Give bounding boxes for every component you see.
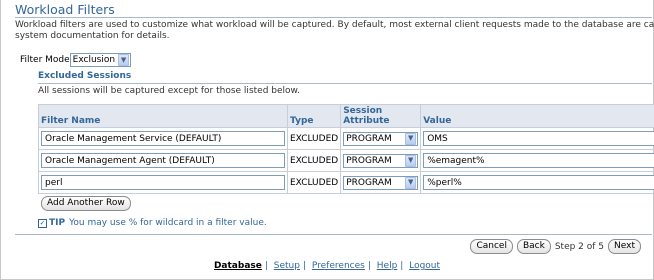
column-header-type: Type	[286, 104, 342, 128]
session-attribute-value: PROGRAM	[346, 155, 392, 166]
session-attribute-select[interactable]: PROGRAM ▼	[343, 131, 419, 146]
filter-mode-label: Filter Mode	[20, 55, 70, 65]
chevron-down-icon[interactable]: ▼	[405, 154, 417, 167]
checkmark-icon: ✓	[38, 218, 47, 228]
column-header-filter-name: Filter Name	[38, 104, 288, 128]
table-row: perl EXCLUDED PROGRAM ▼ %perl%	[38, 171, 654, 194]
footer-link-help[interactable]: Help	[377, 261, 398, 271]
filter-mode-row: Filter Mode Exclusion ▼	[20, 53, 132, 67]
wizard-navigation: Cancel Back Step 2 of 5 Next	[470, 239, 641, 254]
column-header-session-attribute: Session Attribute	[340, 104, 422, 128]
footer-separator: |	[302, 261, 307, 271]
value-cell: %emagent%	[420, 149, 654, 172]
footer-separator: |	[367, 261, 371, 271]
add-another-row-button[interactable]: Add Another Row	[41, 196, 131, 211]
footer-links: Database | Setup | Preferences | Help | Logo…	[0, 261, 654, 271]
type-cell: EXCLUDED	[286, 149, 342, 172]
footer-link-database[interactable]: Database	[214, 261, 262, 271]
filter-mode-select[interactable]: Exclusion ▼	[69, 53, 132, 67]
table-row: Oracle Management Agent (DEFAULT) EXCLUD…	[38, 149, 654, 172]
filter-name-input[interactable]: Oracle Management Service (DEFAULT)	[41, 131, 285, 146]
footer-separator: |	[264, 261, 268, 271]
filter-value-input[interactable]: OMS	[423, 131, 654, 146]
type-cell: EXCLUDED	[286, 171, 342, 194]
type-cell: EXCLUDED	[286, 127, 342, 150]
filter-mode-value: Exclusion	[72, 55, 116, 65]
filter-value-input[interactable]: %perl%	[423, 175, 654, 190]
filter-value-input[interactable]: %emagent%	[423, 153, 654, 168]
column-header-value: Value	[420, 104, 654, 128]
description-line-1: Workload filters are used to customize w…	[15, 20, 654, 30]
chevron-down-icon[interactable]: ▼	[405, 176, 417, 189]
filter-name-input[interactable]: Oracle Management Agent (DEFAULT)	[41, 153, 285, 168]
value-cell: OMS	[420, 127, 654, 150]
filter-name-input[interactable]: perl	[41, 175, 285, 190]
step-indicator: Step 2 of 5	[554, 241, 605, 252]
back-button[interactable]: Back	[516, 239, 551, 254]
excluded-sessions-divider	[38, 83, 652, 84]
tip-text: You may use % for wildcard in a filter v…	[69, 218, 267, 228]
description-line-2: system documentation for details.	[15, 31, 170, 41]
footer-link-preferences[interactable]: Preferences	[312, 261, 365, 271]
filter-name-cell: perl	[38, 171, 288, 194]
next-button[interactable]: Next	[608, 239, 641, 254]
page-title: Workload Filters	[15, 2, 115, 17]
footer-separator: |	[400, 261, 404, 271]
filter-name-cell: Oracle Management Service (DEFAULT)	[38, 127, 288, 150]
chevron-down-icon[interactable]: ▼	[405, 132, 417, 145]
bottom-divider	[15, 234, 652, 235]
table-row: Oracle Management Service (DEFAULT) EXCL…	[38, 127, 654, 150]
session-attribute-select[interactable]: PROGRAM ▼	[343, 153, 419, 168]
value-cell: %perl%	[420, 171, 654, 194]
tip-message: ✓ TIP You may use % for wildcard in a fi…	[38, 218, 267, 228]
attribute-cell: PROGRAM ▼	[340, 127, 422, 150]
session-attribute-value: PROGRAM	[346, 177, 392, 188]
tip-label: TIP	[49, 218, 66, 228]
page-description: Workload filters are used to customize w…	[15, 20, 654, 42]
chevron-down-icon[interactable]: ▼	[118, 54, 130, 66]
footer-link-setup[interactable]: Setup	[274, 261, 300, 271]
excluded-sessions-description: All sessions will be captured except for…	[38, 86, 300, 96]
attribute-cell: PROGRAM ▼	[340, 171, 422, 194]
excluded-sessions-table: Filter Name Type Session Attribute Value…	[38, 104, 654, 194]
cancel-button[interactable]: Cancel	[470, 239, 513, 254]
attribute-cell: PROGRAM ▼	[340, 149, 422, 172]
footer-link-logout[interactable]: Logout	[409, 261, 440, 271]
title-divider	[15, 17, 652, 18]
table-header-row: Filter Name Type Session Attribute Value	[38, 104, 654, 128]
session-attribute-value: PROGRAM	[346, 133, 392, 144]
session-attribute-select[interactable]: PROGRAM ▼	[343, 175, 419, 190]
filter-name-cell: Oracle Management Agent (DEFAULT)	[38, 149, 288, 172]
excluded-sessions-title: Excluded Sessions	[38, 71, 132, 81]
